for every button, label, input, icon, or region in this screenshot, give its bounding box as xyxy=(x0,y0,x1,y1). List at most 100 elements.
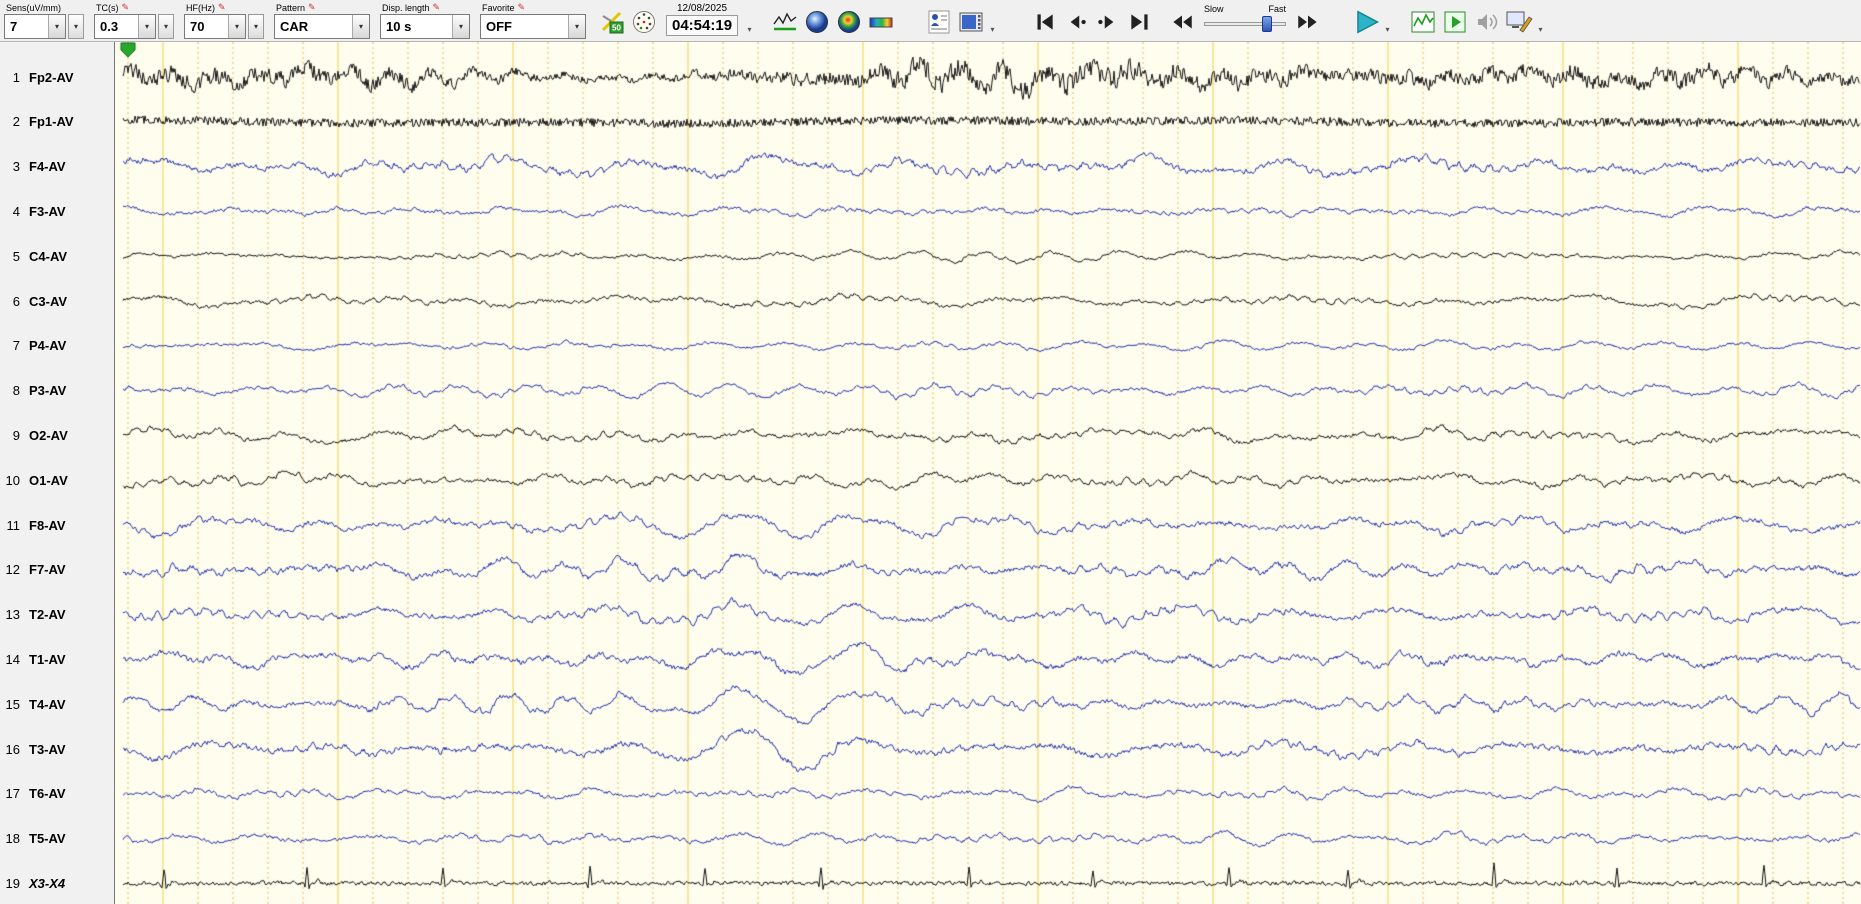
favorite-value: OFF xyxy=(486,19,512,34)
sens-combobox[interactable]: 7 ▾ xyxy=(4,14,66,39)
notch-badge: 50 xyxy=(612,24,621,33)
channel-number: 3 xyxy=(12,159,20,175)
colorbar-button[interactable] xyxy=(865,6,897,38)
hf-extra-dropdown[interactable]: ▾ xyxy=(248,14,264,39)
channel-name: T3-AV xyxy=(29,741,66,757)
audio-button[interactable] xyxy=(1471,6,1503,38)
step-back-button[interactable] xyxy=(1060,6,1092,38)
hf-label: HF(Hz) xyxy=(186,2,215,13)
channel-label-row[interactable]: 2 Fp1-AV xyxy=(0,112,114,132)
tc-label: TC(s) xyxy=(96,2,119,13)
field-disp_length: Disp. length ✎ 10 s ▾ xyxy=(380,1,470,39)
patient-info-button[interactable] xyxy=(923,6,955,38)
pattern-value: CAR xyxy=(280,19,309,34)
channel-label-row[interactable]: 9 O2-AV xyxy=(0,425,114,445)
channel-name: C3-AV xyxy=(29,293,68,309)
toolbar-overflow-arrow[interactable]: ▾ xyxy=(1382,1,1393,37)
channel-label-row[interactable]: 4 F3-AV xyxy=(0,201,114,221)
disp_length-combobox[interactable]: 10 s ▾ xyxy=(380,14,470,39)
channel-label-row[interactable]: 3 F4-AV xyxy=(0,157,114,177)
chevron-down-icon[interactable]: ▾ xyxy=(568,15,585,38)
channel-label-row[interactable]: 18 T5-AV xyxy=(0,829,114,849)
chevron-down-icon[interactable]: ▾ xyxy=(228,15,245,38)
channel-label-row[interactable]: 17 T6-AV xyxy=(0,784,114,804)
channel-name: T5-AV xyxy=(29,831,66,847)
eeg-trace-canvas[interactable] xyxy=(115,42,1861,904)
edit-pencil-icon[interactable]: ✎ xyxy=(122,3,130,12)
channel-number: 15 xyxy=(5,696,20,712)
channel-label-row[interactable]: 5 C4-AV xyxy=(0,246,114,266)
channel-label-row[interactable]: 6 C3-AV xyxy=(0,291,114,311)
sens-extra-dropdown[interactable]: ▾ xyxy=(68,14,84,39)
channel-number: 17 xyxy=(5,786,20,802)
edit-pencil-icon[interactable]: ✎ xyxy=(433,3,441,12)
report-button[interactable] xyxy=(1503,6,1535,38)
pattern-combobox[interactable]: CAR ▾ xyxy=(274,14,370,39)
pattern-label: Pattern xyxy=(276,2,306,13)
channel-label-row[interactable]: 7 P4-AV xyxy=(0,336,114,356)
edit-pencil-icon[interactable]: ✎ xyxy=(518,3,526,12)
channel-name: T6-AV xyxy=(29,786,66,802)
channel-label-row[interactable]: 11 F8-AV xyxy=(0,515,114,535)
channel-label-row[interactable]: 10 O1-AV xyxy=(0,470,114,490)
chevron-down-icon[interactable]: ▾ xyxy=(48,15,65,38)
edit-pencil-icon[interactable]: ✎ xyxy=(218,3,226,12)
tc-extra-dropdown[interactable]: ▾ xyxy=(158,14,174,39)
speed-slider[interactable] xyxy=(1202,14,1288,32)
eeg-trace-area xyxy=(115,42,1861,904)
channel-label-row[interactable]: 16 T3-AV xyxy=(0,739,114,759)
edit-pencil-icon[interactable]: ✎ xyxy=(308,3,316,12)
disp_length-value: 10 s xyxy=(386,19,412,34)
favorite-combobox[interactable]: OFF ▾ xyxy=(480,14,586,39)
channel-name: O1-AV xyxy=(29,472,68,488)
play-button[interactable] xyxy=(1350,6,1382,38)
chevron-down-icon[interactable]: ▾ xyxy=(452,15,469,38)
channel-number: 16 xyxy=(5,741,20,757)
notch-filter-button[interactable]: 50 xyxy=(596,6,628,38)
rewind-button[interactable] xyxy=(1166,6,1198,38)
channel-number: 5 xyxy=(12,248,20,264)
channel-label-row[interactable]: 8 P3-AV xyxy=(0,381,114,401)
overview-trend-button[interactable] xyxy=(1407,6,1439,38)
toolbar-overflow-arrow[interactable]: ▾ xyxy=(987,1,998,37)
start-review-button[interactable] xyxy=(1439,6,1471,38)
toolbar-overflow-arrow[interactable]: ▾ xyxy=(744,1,755,37)
video-button[interactable] xyxy=(955,6,987,38)
chevron-down-icon[interactable]: ▾ xyxy=(352,15,369,38)
step-forward-button[interactable] xyxy=(1092,6,1124,38)
channel-number: 8 xyxy=(12,383,20,399)
channel-label-row[interactable]: 19 X3-X4 xyxy=(0,873,114,893)
channel-label-row[interactable]: 15 T4-AV xyxy=(0,694,114,714)
speed-slider-thumb[interactable] xyxy=(1262,16,1273,32)
date-label: 12/08/2025 xyxy=(676,3,728,14)
channel-number: 9 xyxy=(12,427,20,443)
channel-label-row[interactable]: 1 Fp2-AV xyxy=(0,67,114,87)
frequency-map-button[interactable] xyxy=(833,6,865,38)
sens-label: Sens(uV/mm) xyxy=(6,2,62,13)
amplitude-map-button[interactable] xyxy=(801,6,833,38)
trend-view-button[interactable] xyxy=(769,6,801,38)
skip-to-start-button[interactable] xyxy=(1028,6,1060,38)
skip-to-end-button[interactable] xyxy=(1124,6,1156,38)
channel-label-row[interactable]: 12 F7-AV xyxy=(0,560,114,580)
speed-control: Slow Fast xyxy=(1202,4,1288,32)
channel-label-row[interactable]: 13 T2-AV xyxy=(0,605,114,625)
hf-value: 70 xyxy=(190,19,205,34)
hf-combobox[interactable]: 70 ▾ xyxy=(184,14,246,39)
speed-slider-track xyxy=(1204,22,1287,26)
channel-number: 18 xyxy=(5,831,20,847)
channel-name: T1-AV xyxy=(29,651,66,667)
field-pattern: Pattern ✎ CAR ▾ xyxy=(274,1,370,39)
electrode-map-button[interactable] xyxy=(628,6,660,38)
channel-name: F8-AV xyxy=(29,517,66,533)
chevron-down-icon[interactable]: ▾ xyxy=(138,15,155,38)
fast-forward-button[interactable] xyxy=(1292,6,1324,38)
tc-combobox[interactable]: 0.3 ▾ xyxy=(94,14,156,39)
channel-number: 14 xyxy=(5,651,20,667)
channel-number: 12 xyxy=(5,562,20,578)
disp_length-label: Disp. length xyxy=(382,2,430,13)
channel-number: 11 xyxy=(6,517,21,533)
toolbar-overflow-arrow[interactable]: ▾ xyxy=(1535,1,1546,37)
channel-label-row[interactable]: 14 T1-AV xyxy=(0,649,114,669)
channel-name: O2-AV xyxy=(29,427,68,443)
